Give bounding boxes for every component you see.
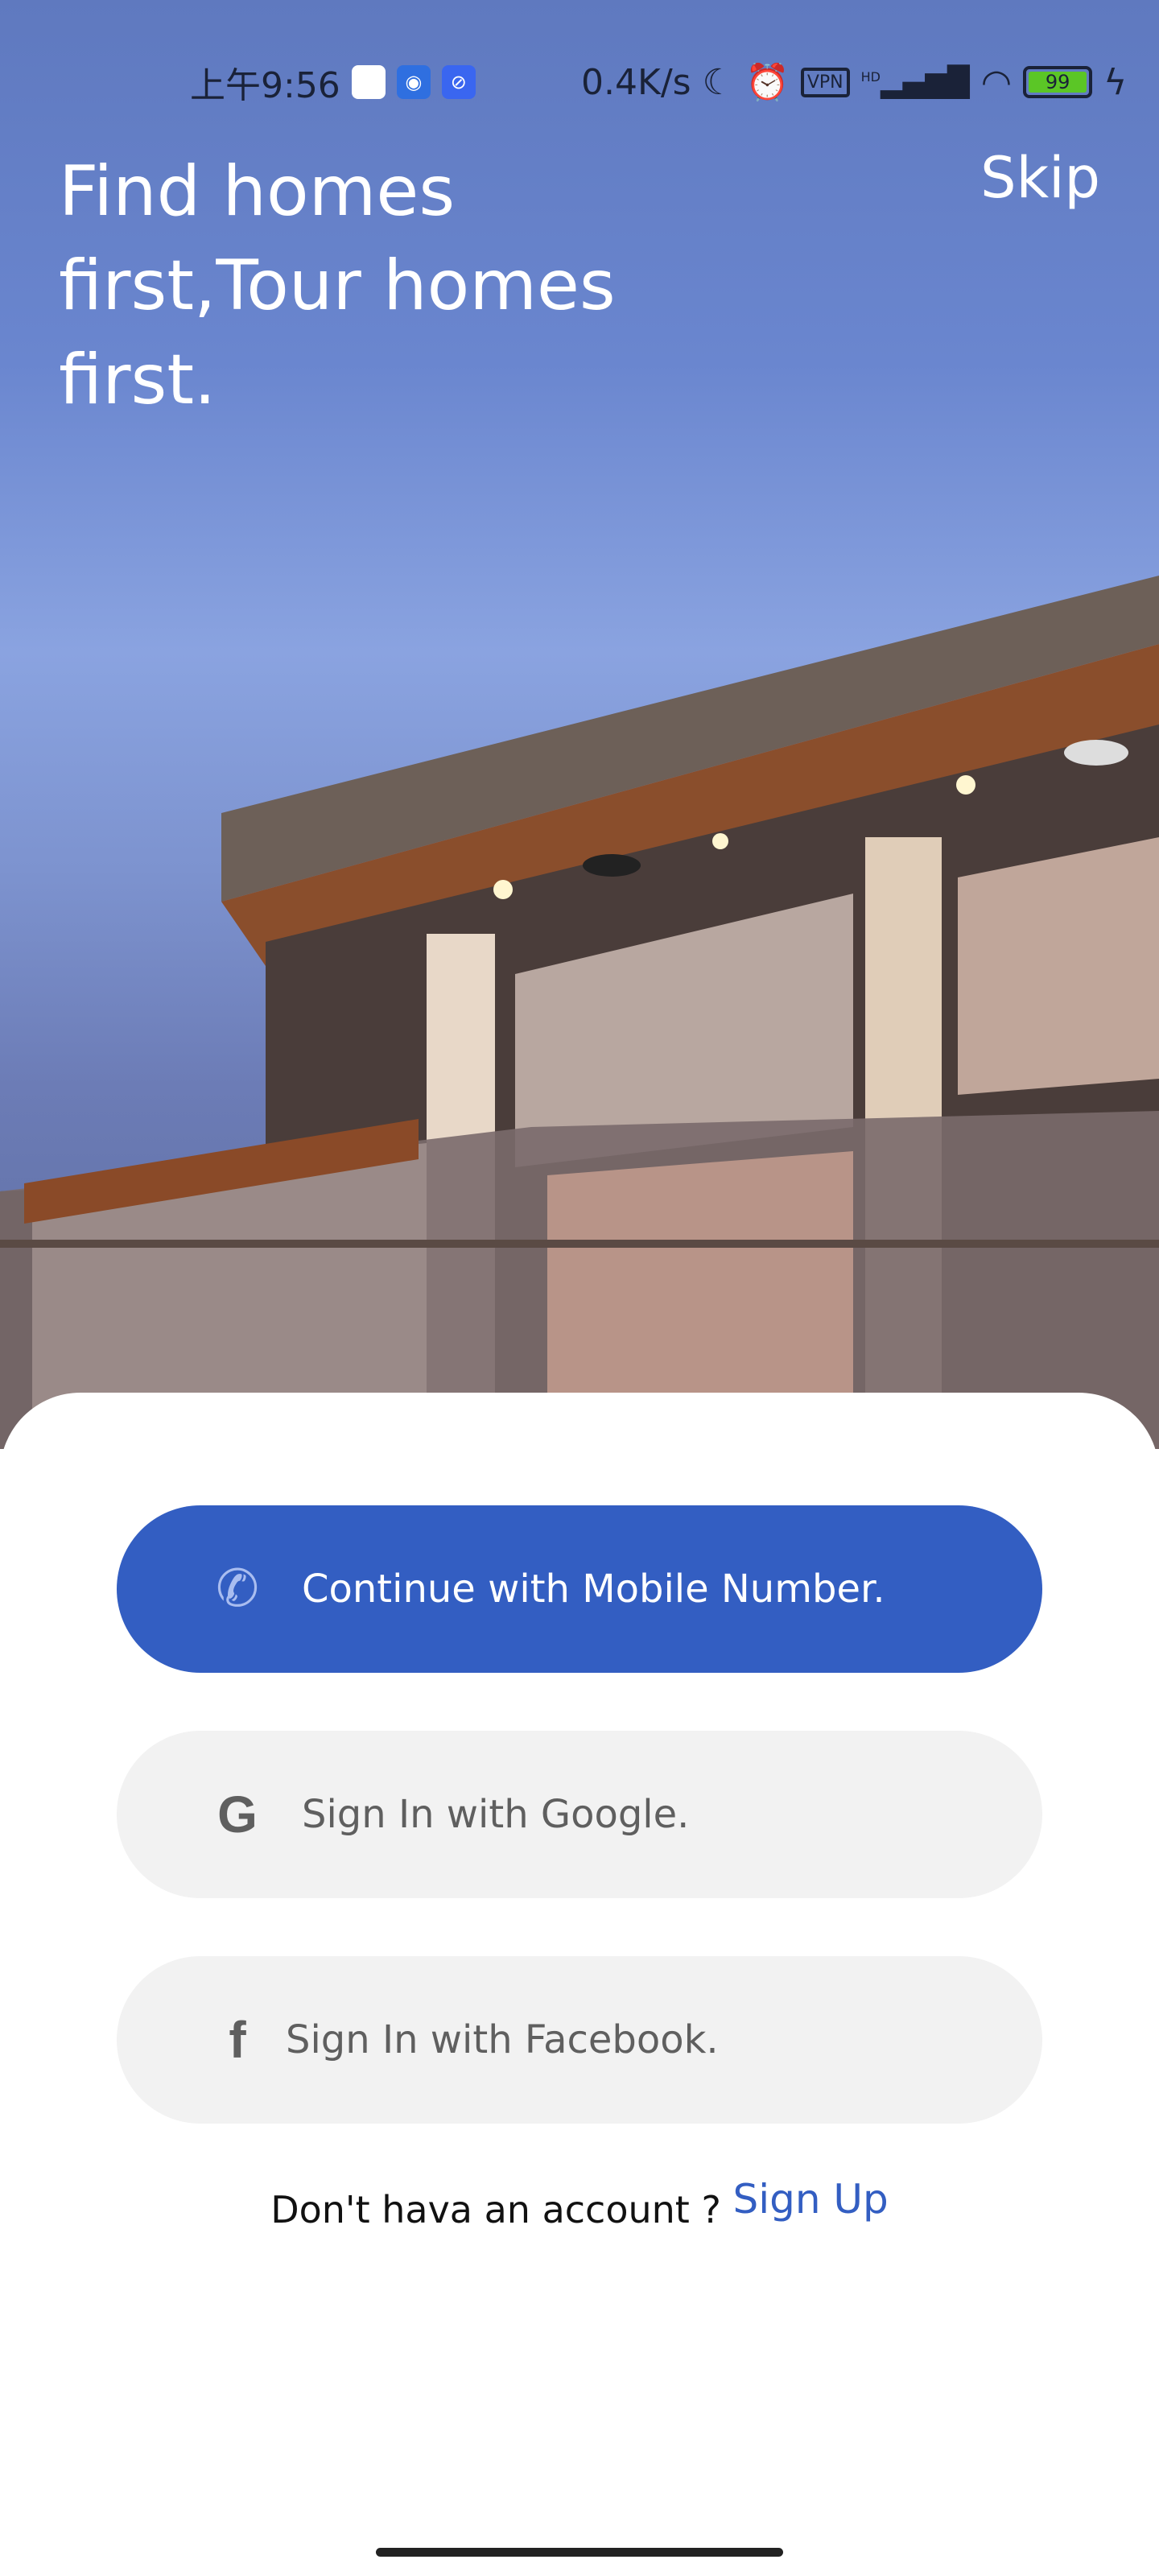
facebook-signin-button[interactable]: f Sign In with Facebook.: [117, 1956, 1042, 2124]
alarm-icon: ⏰: [745, 62, 790, 103]
facebook-signin-label: Sign In with Facebook.: [286, 2017, 719, 2062]
vpn-icon: VPN: [800, 67, 850, 97]
facebook-icon: f: [229, 2011, 246, 2069]
continue-mobile-label: Continue with Mobile Number.: [302, 1567, 885, 1612]
skip-button[interactable]: Skip: [980, 145, 1100, 211]
app-icon: ⊘: [441, 65, 476, 99]
google-signin-label: Sign In with Google.: [302, 1792, 690, 1837]
notification-icon: [351, 65, 386, 99]
moon-icon: ☾: [702, 61, 735, 103]
signal-icon: HD▂▄▆█: [860, 65, 970, 99]
status-bar-left: 上午9:56 ◉ ⊘: [190, 58, 476, 106]
sign-up-link[interactable]: Sign Up: [732, 2176, 888, 2223]
battery-icon: 99: [1023, 66, 1093, 98]
charging-icon: ϟ: [1103, 61, 1128, 103]
phone-icon: ✆: [216, 1559, 259, 1619]
headline: Find homes first,Tour homes first.: [59, 151, 616, 420]
wifi-icon: ◠: [980, 61, 1013, 103]
signup-prompt: Don't hava an account ? Sign Up: [0, 2176, 1159, 2232]
hotspot-icon: ◉: [396, 65, 431, 99]
home-indicator[interactable]: [376, 2548, 783, 2557]
status-bar-right: 0.4K/s ☾ ⏰ VPN HD▂▄▆█ ◠ 99 ϟ: [581, 58, 1127, 106]
continue-mobile-button[interactable]: ✆ Continue with Mobile Number.: [117, 1505, 1042, 1673]
hero-background-image: 上午9:56 ◉ ⊘ 0.4K/s ☾ ⏰ VPN HD▂▄▆█ ◠ 99 ϟ …: [0, 0, 1159, 1449]
status-time: 上午9:56: [190, 65, 340, 106]
no-account-text: Don't hava an account ?: [270, 2188, 733, 2231]
google-signin-button[interactable]: G Sign In with Google.: [117, 1731, 1042, 1898]
net-speed: 0.4K/s: [581, 61, 691, 103]
google-icon: G: [217, 1785, 258, 1843]
